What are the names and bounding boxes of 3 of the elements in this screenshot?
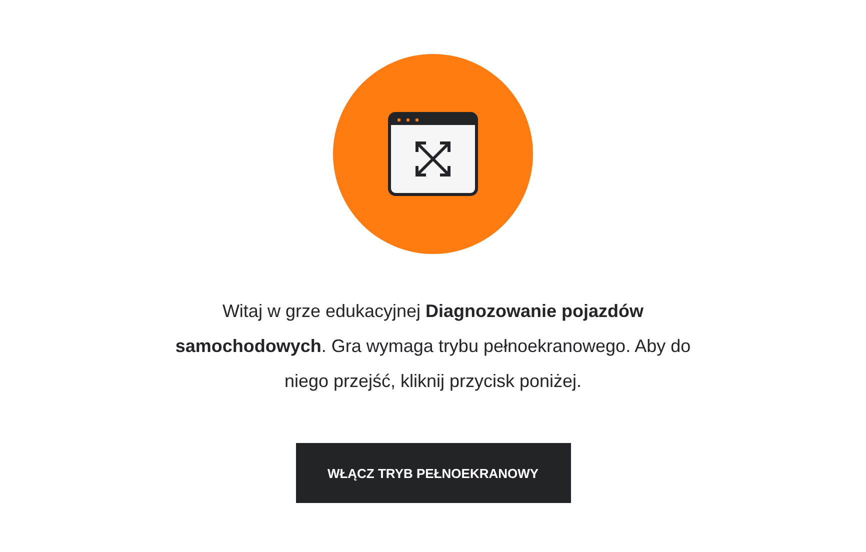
- welcome-message: Witaj w grze edukacyjnej Diagnozowanie pojazdów samochodowych. Gra wymaga trybu pełnoekranowego. Aby do niego przejść, kliknij przycisk poniżej.: [174, 300, 692, 393]
- fullscreen-button[interactable]: WŁĄCZ TRYB PEŁNOEKRANOWY: [296, 443, 570, 503]
- fullscreen-window-icon: [388, 112, 478, 196]
